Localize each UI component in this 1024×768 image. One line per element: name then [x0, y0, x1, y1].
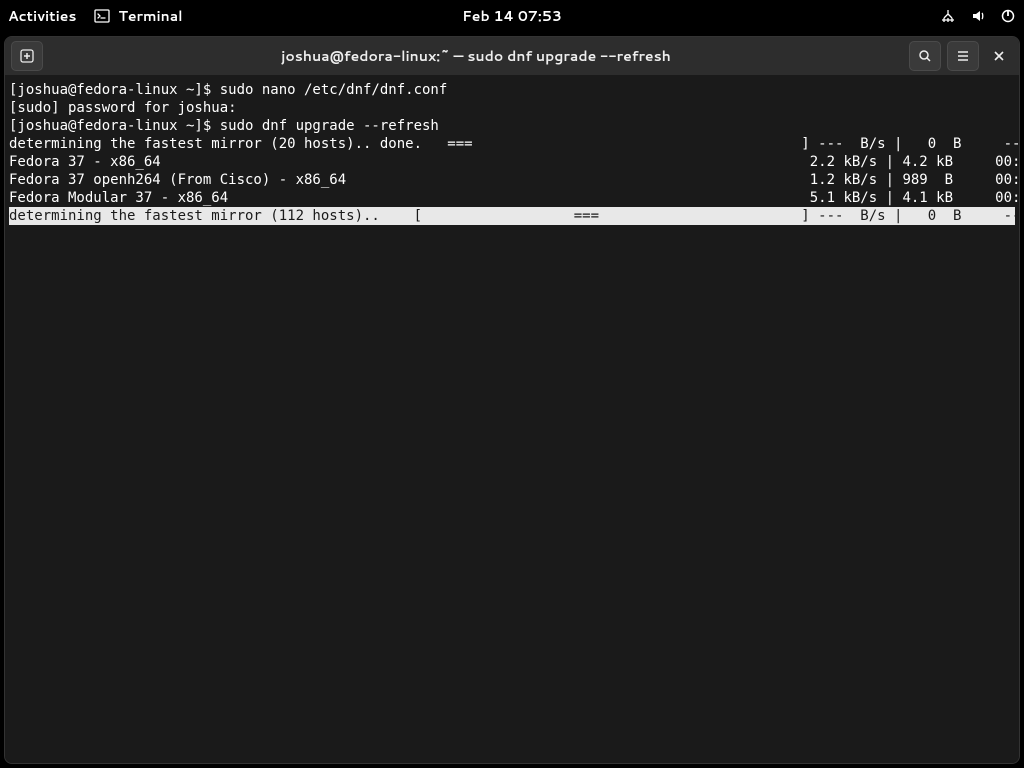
- search-button[interactable]: [909, 41, 941, 71]
- volume-icon: [970, 8, 986, 24]
- power-icon: [1000, 8, 1016, 24]
- terminal-line: [joshua@fedora-linux ~]$ sudo nano /etc/…: [9, 81, 1015, 99]
- terminal-line: [sudo] password for joshua:: [9, 99, 1015, 117]
- terminal-line: Fedora 37 openh264 (From Cisco) - x86_64…: [9, 171, 1015, 189]
- window-titlebar: joshua@fedora-linux:~ — sudo dnf upgrade…: [5, 37, 1019, 75]
- terminal-line: determining the fastest mirror (20 hosts…: [9, 135, 1015, 153]
- activities-button[interactable]: Activities: [8, 6, 76, 26]
- terminal-icon: [94, 8, 110, 24]
- terminal-line: [joshua@fedora-linux ~]$ sudo dnf upgrad…: [9, 117, 1015, 135]
- network-icon: [940, 8, 956, 24]
- app-menu[interactable]: Terminal: [94, 6, 182, 26]
- terminal-window: joshua@fedora-linux:~ — sudo dnf upgrade…: [4, 36, 1020, 764]
- new-tab-button[interactable]: [11, 41, 43, 71]
- terminal-output[interactable]: [joshua@fedora-linux ~]$ sudo nano /etc/…: [5, 75, 1019, 763]
- terminal-line: determining the fastest mirror (112 host…: [9, 207, 1015, 225]
- system-tray[interactable]: [940, 8, 1016, 24]
- gnome-top-bar: Activities Terminal Feb 14 07:53: [0, 0, 1024, 32]
- clock[interactable]: Feb 14 07:53: [462, 6, 562, 26]
- window-title: joshua@fedora-linux:~ — sudo dnf upgrade…: [49, 46, 903, 66]
- app-menu-label: Terminal: [118, 6, 182, 26]
- terminal-line: Fedora 37 - x86_64 2.2 kB/s | 4.2 kB 00:…: [9, 153, 1015, 171]
- close-button[interactable]: [985, 42, 1013, 70]
- hamburger-menu-button[interactable]: [947, 41, 979, 71]
- terminal-line: Fedora Modular 37 - x86_64 5.1 kB/s | 4.…: [9, 189, 1015, 207]
